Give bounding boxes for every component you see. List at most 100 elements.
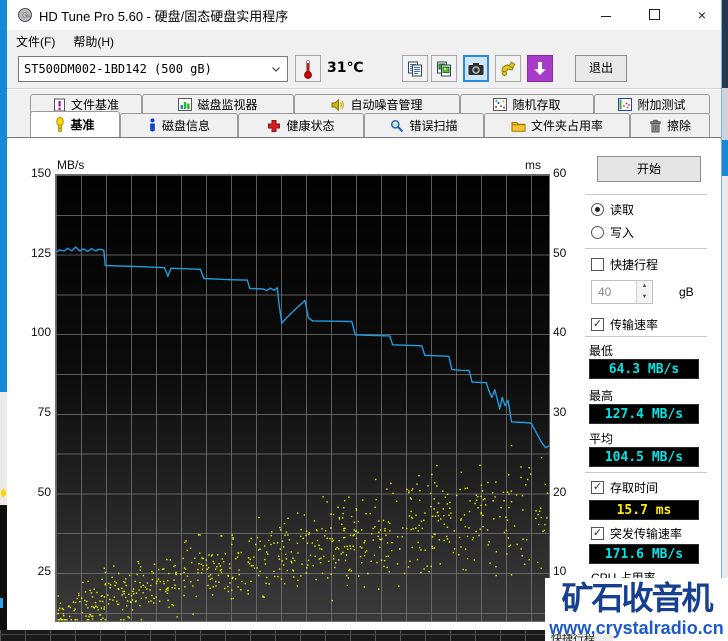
tab-aam[interactable]: 自动噪音管理	[294, 94, 460, 114]
write-radio[interactable]: 写入	[591, 224, 634, 241]
folder-icon	[511, 120, 526, 132]
tab-strip: 文件基准 磁盘监视器 自动噪音管理 随机存取 附加测试 基准 磁盘信息 健康状态…	[7, 90, 721, 137]
random-access-icon	[493, 98, 508, 111]
radio-dot	[591, 226, 604, 239]
tab-folder-usage[interactable]: 文件夹占用率	[484, 113, 630, 137]
tab-label: 健康状态	[286, 119, 335, 133]
background-line-fragment	[0, 598, 3, 608]
max-label: 最高	[589, 389, 614, 403]
right-tick-label: 10	[553, 564, 567, 579]
checkbox-box: ✓	[591, 318, 604, 331]
burst-rate-label: 突发传输速率	[610, 527, 683, 541]
tab-label: 基准	[70, 118, 95, 132]
menu-file[interactable]: 文件(F)	[7, 31, 64, 52]
access-time-checkbox[interactable]: ✓ 存取时间	[591, 479, 658, 496]
window-title: HD Tune Pro 5.60 - 硬盘/固态硬盘实用程序	[39, 8, 289, 24]
watermark-text: 矿石收音机	[561, 580, 713, 616]
options-button[interactable]	[495, 55, 521, 82]
info-icon	[148, 118, 157, 133]
transfer-rate-checkbox[interactable]: ✓ 传输速率	[591, 316, 658, 333]
left-axis-unit: MB/s	[57, 158, 85, 172]
title-bar[interactable]: HD Tune Pro 5.60 - 硬盘/固态硬盘实用程序 ×	[7, 0, 721, 30]
divider	[585, 194, 707, 198]
tab-label: 擦除	[666, 119, 691, 133]
tab-disk-info[interactable]: 磁盘信息	[120, 113, 238, 137]
tab-disk-monitor[interactable]: 磁盘监视器	[142, 94, 294, 114]
tab-label: 磁盘监视器	[197, 98, 258, 112]
menu-help[interactable]: 帮助(H)	[64, 31, 123, 52]
read-radio[interactable]: 读取	[591, 201, 634, 218]
stepper-down-icon[interactable]: ▼	[637, 292, 652, 303]
burst-rate-value: 171.6 MB/s	[589, 544, 699, 564]
right-tick-label: 40	[553, 325, 567, 340]
background-window-left-blue	[0, 0, 7, 392]
tab-label: 附加测试	[637, 98, 686, 112]
watermark: 矿石收音机 www.crystalradio.cn 快捷行程	[545, 578, 728, 641]
tab-label: 自动噪音管理	[350, 98, 423, 112]
left-tick-label: 100	[30, 325, 51, 340]
benchmark-pane: MB/s ms 150 125 100 75 50 25 60 50 40 30 20 10 开始 …	[7, 137, 721, 630]
short-stroke-label: 快捷行程	[610, 258, 659, 272]
thermometer-icon	[304, 59, 312, 79]
copy-image-button[interactable]	[431, 55, 457, 82]
background-window-right-top	[722, 0, 728, 88]
short-stroke-checkbox[interactable]: 快捷行程	[591, 256, 658, 273]
stepper-up-icon[interactable]: ▲	[637, 281, 652, 292]
maximize-button[interactable]	[643, 7, 665, 23]
toolbar: ST500DM002-1BD142 (500 gB) 31℃ 退出	[7, 52, 721, 90]
read-radio-label: 读取	[610, 203, 635, 217]
right-tick-label: 20	[553, 484, 567, 499]
copy-image-icon	[437, 61, 451, 76]
health-cross-icon	[267, 119, 281, 133]
tab-extra-tests[interactable]: 附加测试	[594, 94, 710, 114]
min-value: 64.3 MB/s	[589, 359, 699, 379]
transfer-rate-label: 传输速率	[610, 318, 659, 332]
avg-value: 104.5 MB/s	[589, 447, 699, 467]
hdtune-window: HD Tune Pro 5.60 - 硬盘/固态硬盘实用程序 × 文件(F) 帮…	[7, 0, 722, 630]
background-window-right-blue	[722, 140, 728, 176]
extra-tests-icon	[618, 98, 633, 111]
tab-random-access[interactable]: 随机存取	[460, 94, 594, 114]
right-tick-label: 60	[553, 166, 567, 180]
short-stroke-value: 40	[598, 285, 612, 299]
file-benchmark-icon	[53, 98, 66, 112]
background-bulb-fragment-icon	[1, 489, 6, 497]
screenshot-button[interactable]	[463, 55, 489, 82]
right-tick-label: 50	[553, 245, 567, 260]
tab-label: 文件夹占用率	[530, 119, 603, 133]
divider	[585, 248, 707, 252]
burst-rate-checkbox[interactable]: ✓ 突发传输速率	[591, 525, 682, 542]
tab-label: 错误扫描	[409, 119, 458, 133]
copy-text-button[interactable]	[402, 55, 428, 82]
minimize-button[interactable]	[595, 7, 617, 23]
tab-benchmark[interactable]: 基准	[30, 111, 120, 137]
min-label: 最低	[589, 344, 614, 358]
screenshot-camera-icon	[468, 62, 484, 75]
checkbox-box	[591, 258, 604, 271]
exit-button[interactable]: 退出	[575, 55, 627, 82]
left-tick-label: 50	[37, 484, 51, 499]
checkbox-box: ✓	[591, 481, 604, 494]
access-time-label: 存取时间	[610, 481, 659, 495]
tab-erase[interactable]: 擦除	[630, 113, 710, 137]
right-axis-unit: ms	[525, 158, 541, 172]
app-icon	[18, 8, 32, 22]
stepper-arrows[interactable]: ▲ ▼	[636, 281, 652, 303]
menu-bar: 文件(F) 帮助(H)	[7, 30, 721, 52]
left-tick-label: 150	[30, 166, 51, 180]
write-radio-label: 写入	[610, 226, 635, 240]
drive-select-value: ST500DM002-1BD142 (500 gB)	[24, 62, 212, 76]
right-tick-label: 30	[553, 404, 567, 419]
short-stroke-unit: gB	[679, 285, 694, 299]
save-screenshot-button[interactable]	[527, 55, 553, 82]
short-stroke-stepper[interactable]: 40 ▲ ▼	[591, 280, 653, 304]
chevron-down-icon	[272, 66, 280, 72]
disk-monitor-icon	[178, 98, 193, 111]
temperature-button[interactable]	[295, 55, 321, 82]
tab-health[interactable]: 健康状态	[238, 113, 364, 137]
start-button[interactable]: 开始	[597, 156, 701, 182]
drive-select[interactable]: ST500DM002-1BD142 (500 gB)	[18, 56, 288, 82]
background-window-right-gray	[722, 88, 728, 140]
tab-error-scan[interactable]: 错误扫描	[364, 113, 484, 137]
close-button[interactable]: ×	[691, 7, 713, 23]
